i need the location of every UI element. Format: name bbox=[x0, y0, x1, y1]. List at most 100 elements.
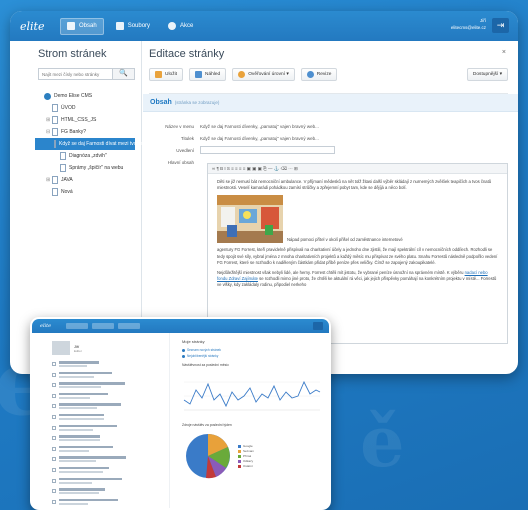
tree-item-label: Sprámy „špičír" na webu bbox=[69, 165, 124, 171]
intro-row: Uvedlení bbox=[149, 144, 508, 156]
menu-name-value[interactable]: Když se daj Farnosti dívenky, „pamatuj" … bbox=[200, 124, 319, 129]
title-value[interactable]: Když se daj Farnosti dívenky, „pamatuj" … bbox=[200, 136, 319, 141]
list-item-text bbox=[59, 403, 121, 410]
page-icon bbox=[54, 140, 56, 148]
legend-swatch bbox=[238, 449, 241, 453]
files-icon bbox=[115, 22, 124, 30]
workflow-button[interactable]: Ověřování úrovní ▾ bbox=[232, 68, 295, 81]
content-label: Hlavní obsah bbox=[167, 159, 194, 165]
save-icon bbox=[155, 71, 162, 78]
nav-content-label: Obsah bbox=[79, 23, 97, 29]
nav-content[interactable]: Obsah bbox=[60, 17, 104, 35]
list-item-text bbox=[59, 435, 100, 442]
list-item[interactable] bbox=[52, 361, 163, 372]
list-item[interactable] bbox=[52, 466, 163, 478]
list-item-text bbox=[59, 498, 118, 505]
search-button[interactable]: 🔍 bbox=[113, 68, 135, 80]
page-icon bbox=[52, 383, 56, 388]
list-item[interactable] bbox=[52, 382, 163, 393]
app-logo[interactable]: elite bbox=[20, 20, 60, 33]
rich-text-toolbar[interactable]: ∞ ¶ B I S ≡ ≡ ≡ ≡ ▣ ▣ ▣ ⎘ — ⚓ ⌫ ··· ⊞ bbox=[208, 164, 507, 174]
revision-button[interactable]: Revize bbox=[300, 68, 338, 81]
sources-chart: Google Seznam Přímá Odkazy Ostatní bbox=[182, 430, 323, 482]
paragraph-text: Nejdůležitější miestnost však nebyli lid… bbox=[217, 270, 464, 276]
intro-input[interactable] bbox=[200, 146, 335, 154]
page-icon bbox=[52, 393, 56, 398]
tree-item[interactable]: Demo Elise CMS bbox=[38, 90, 135, 102]
dashboard-logout-button[interactable] bbox=[313, 322, 323, 330]
tree-search-input[interactable] bbox=[38, 68, 113, 80]
more-menu-button[interactable]: Dostupnější ▾ bbox=[466, 68, 508, 81]
list-item[interactable] bbox=[52, 392, 163, 404]
content-section-header[interactable]: Obsah (stránka se zobrazuje) bbox=[143, 94, 518, 112]
page-tree: Demo Elise CMS ÚVOD ⊞ HTML_CSS_JS ⊟ FG Banky?… bbox=[35, 90, 149, 198]
sources-legend: Google Seznam Přímá Odkazy Ostatní bbox=[238, 444, 254, 469]
rich-text-content[interactable]: Děti se již nemusí bát nemocniční ambula… bbox=[208, 174, 507, 298]
list-item[interactable] bbox=[52, 413, 163, 425]
paragraph: agentury FG Forrest, kteří pravidelně př… bbox=[217, 247, 498, 265]
globe-icon bbox=[44, 92, 51, 100]
avatar bbox=[52, 341, 70, 355]
dashboard-user-role: Editor bbox=[74, 348, 82, 353]
legend-label: Seznam bbox=[243, 449, 255, 453]
page-icon bbox=[52, 404, 56, 409]
list-item[interactable] bbox=[52, 424, 163, 436]
ambulance-photo[interactable] bbox=[217, 195, 283, 244]
logout-button[interactable]: ⇥ bbox=[492, 18, 509, 33]
nav-actions-label: Akce bbox=[180, 23, 194, 29]
list-item[interactable] bbox=[52, 435, 163, 446]
list-item-text bbox=[59, 424, 117, 431]
close-icon[interactable]: × bbox=[502, 49, 506, 56]
tree-item-label: Když se daj Farnosti dívat mezi tvořenky bbox=[59, 141, 149, 147]
list-item-text bbox=[59, 382, 125, 389]
dashboard-nav-content[interactable] bbox=[66, 323, 88, 329]
page-icon bbox=[52, 104, 58, 112]
tree-item[interactable]: ⊞ JAVA bbox=[38, 174, 135, 186]
tree-item[interactable]: Když se daj Farnosti dívat mezi tvořenky bbox=[35, 138, 149, 150]
dashboard-link[interactable]: Nejoblíbenější stránky bbox=[182, 353, 323, 359]
nav-files-label: Soubory bbox=[127, 23, 151, 29]
list-item[interactable] bbox=[52, 456, 163, 467]
link-text: Nejoblíbenější stránky bbox=[187, 354, 219, 358]
dashboard-nav-files[interactable] bbox=[92, 323, 114, 329]
tree-item-label: ÚVOD bbox=[61, 105, 76, 111]
list-item[interactable] bbox=[52, 371, 163, 383]
list-item-text bbox=[59, 477, 122, 484]
tree-item[interactable]: Diagnóza „zdvih" bbox=[38, 150, 135, 162]
tree-item[interactable]: Nová bbox=[38, 186, 135, 198]
page-icon bbox=[52, 128, 58, 136]
legend-swatch bbox=[238, 464, 241, 468]
list-item[interactable] bbox=[52, 445, 163, 457]
tree-item[interactable]: Sprámy „špičír" na webu bbox=[38, 162, 135, 174]
page-icon bbox=[52, 499, 56, 504]
list-item[interactable] bbox=[52, 498, 163, 508]
dashboard-window: elite Jiří Editor Moje stránky Seznam no… bbox=[30, 317, 331, 510]
nav-files[interactable]: Soubory bbox=[110, 18, 156, 35]
list-item-text bbox=[59, 371, 112, 378]
dashboard-user: Jiří Editor bbox=[52, 341, 163, 355]
background-decoration: ě bbox=[360, 400, 405, 483]
legend-label: Ostatní bbox=[243, 464, 253, 468]
dashboard-nav-actions[interactable] bbox=[118, 323, 140, 329]
list-item-text bbox=[59, 361, 99, 367]
list-item[interactable] bbox=[52, 477, 163, 489]
tree-item[interactable]: ⊞ HTML_CSS_JS bbox=[38, 114, 135, 126]
list-item-text bbox=[59, 488, 105, 495]
paragraph: Děti se již nemusí bát nemocniční ambula… bbox=[217, 179, 492, 191]
user-name: Jiří bbox=[480, 18, 486, 23]
sources-chart-title: Zdroje návštěv za poslední týden bbox=[182, 423, 232, 427]
user-info[interactable]: Jiří elitecms@elite.cz bbox=[451, 17, 486, 31]
dashboard-logo[interactable]: elite bbox=[40, 323, 66, 329]
tree-item[interactable]: ÚVOD bbox=[38, 102, 135, 114]
page-icon bbox=[52, 372, 56, 377]
page-form: Název v menu Když se daj Farnosti dívenk… bbox=[149, 120, 508, 168]
tree-item-label: JAVA bbox=[61, 177, 73, 183]
preview-button[interactable]: Náhled bbox=[189, 68, 227, 81]
list-item[interactable] bbox=[52, 488, 163, 499]
nav-actions[interactable]: Akce bbox=[162, 18, 199, 35]
title-row: Titulek Když se daj Farnosti dívenky, „p… bbox=[149, 132, 508, 144]
save-button[interactable]: Uložit bbox=[149, 68, 183, 81]
tree-item[interactable]: ⊟ FG Banky? bbox=[38, 126, 135, 138]
dashboard-topbar: elite bbox=[32, 319, 329, 333]
list-item[interactable] bbox=[52, 403, 163, 414]
